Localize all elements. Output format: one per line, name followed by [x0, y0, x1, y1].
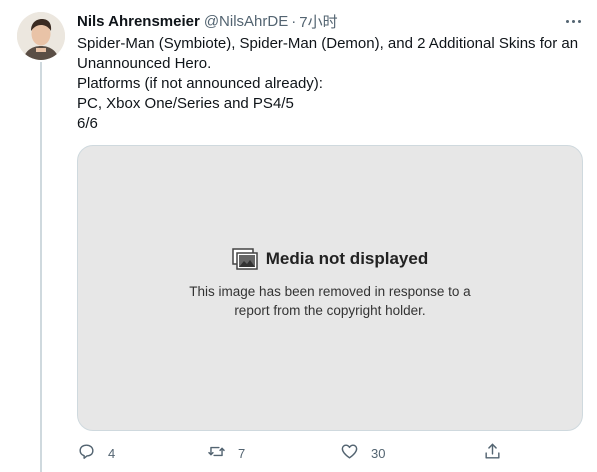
like-button[interactable]: 30 [340, 442, 385, 464]
tweet-text-line: Platforms (if not announced already): [77, 75, 323, 92]
retweet-count: 7 [238, 445, 246, 461]
media-description-line: report from the copyright holder. [234, 303, 426, 318]
reply-count: 4 [108, 445, 116, 461]
media-title-row: Media not displayed [78, 248, 582, 270]
retweet-button[interactable]: 7 [207, 442, 245, 464]
tweet-timestamp[interactable]: 7小时 [299, 11, 337, 32]
tweet-text-line: Spider-Man (Symbiote), Spider-Man (Demon… [77, 35, 579, 52]
share-button[interactable] [483, 442, 502, 464]
tweet-text-line: 6/6 [77, 115, 98, 132]
tweet[interactable]: Nils Ahrensmeier @NilsAhrDE · 7小时 Spider… [0, 0, 597, 472]
tweet-text-line: PC, Xbox One/Series and PS4/5 [77, 95, 294, 112]
heart-icon [340, 442, 359, 464]
author-name[interactable]: Nils Ahrensmeier [77, 13, 200, 30]
reply-icon [77, 442, 96, 464]
media-placeholder[interactable]: Media not displayed This image has been … [77, 145, 583, 431]
tweet-text: Spider-Man (Symbiote), Spider-Man (Demon… [77, 34, 592, 134]
action-bar: 4 7 30 [77, 442, 517, 464]
media-description-line: This image has been removed in response … [189, 284, 471, 299]
more-horizontal-icon[interactable] [563, 12, 583, 30]
retweet-icon [207, 442, 226, 464]
like-count: 30 [371, 445, 386, 461]
separator-dot: · [291, 12, 297, 30]
tweet-header: Nils Ahrensmeier @NilsAhrDE · 7小时 [77, 11, 557, 32]
avatar[interactable] [17, 12, 65, 60]
share-icon [483, 442, 502, 464]
thread-connector-line [40, 62, 42, 472]
images-icon [232, 248, 258, 270]
media-description: This image has been removed in response … [78, 282, 582, 320]
author-handle[interactable]: @NilsAhrDE [204, 13, 288, 30]
reply-button[interactable]: 4 [77, 442, 115, 464]
media-title: Media not displayed [265, 249, 429, 268]
tweet-text-line: Unannounced Hero. [77, 55, 212, 72]
